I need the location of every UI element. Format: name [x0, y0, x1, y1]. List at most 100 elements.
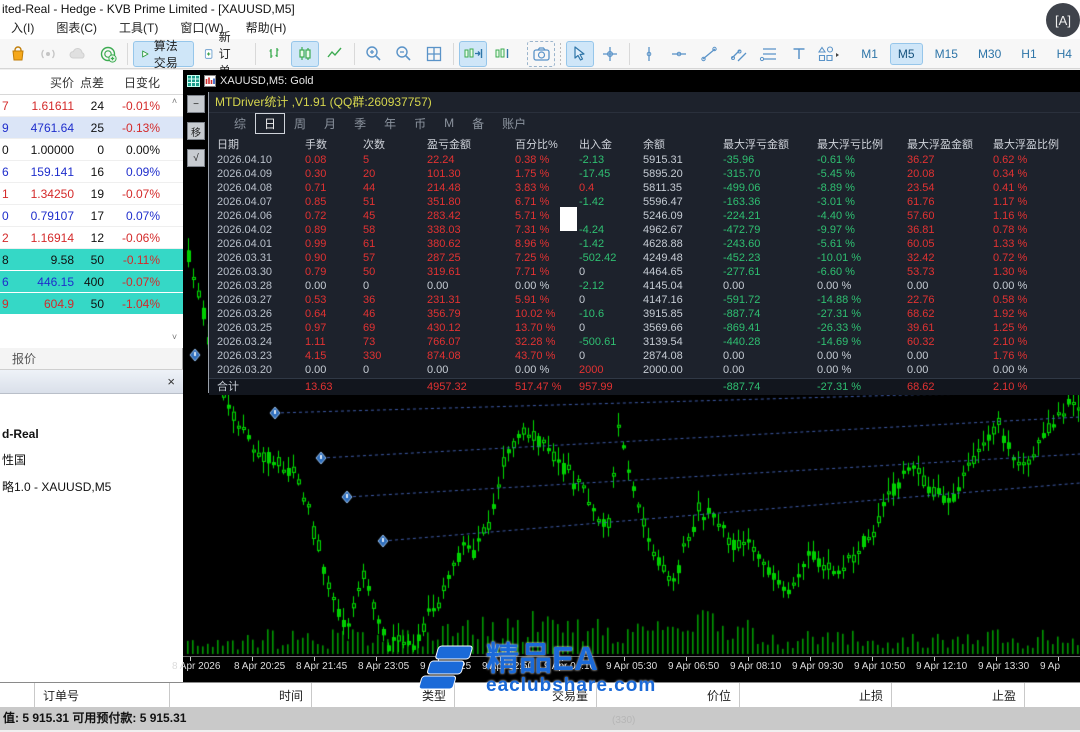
- stats-tab-4[interactable]: 月: [315, 113, 345, 134]
- timeframe-m5[interactable]: M5: [890, 43, 923, 65]
- toolbox-col-header[interactable]: 时间: [170, 683, 312, 707]
- time-axis[interactable]: 8 Apr 20268 Apr 20:258 Apr 21:458 Apr 23…: [183, 656, 1080, 675]
- toolbox-col-header[interactable]: 类型: [312, 683, 455, 707]
- toolbox-col-header[interactable]: 价位: [597, 683, 740, 707]
- timeframe-h1[interactable]: H1: [1013, 43, 1044, 65]
- stats-data-row[interactable]: 2026.03.300.7950319.617.71 %04464.65-277…: [209, 265, 1080, 279]
- stats-data-row[interactable]: 2026.04.080.7144214.483.83 %0.45811.35-4…: [209, 181, 1080, 195]
- stats-data-row[interactable]: 2026.04.070.8551351.806.71 %-1.425596.47…: [209, 195, 1080, 209]
- new-order-button[interactable]: 新订单: [196, 41, 251, 67]
- market-watch-row[interactable]: 6159.141160.09%: [0, 161, 183, 183]
- market-bag-icon[interactable]: [4, 41, 32, 67]
- market-watch-row[interactable]: 89.5850-0.11%: [0, 249, 183, 271]
- shapes-tool-icon[interactable]: [815, 41, 843, 67]
- auto-scroll-icon[interactable]: [459, 41, 487, 67]
- col-bid[interactable]: 买价: [18, 74, 74, 91]
- stats-cell: 5: [355, 153, 419, 167]
- stats-data-row[interactable]: 2026.03.260.6446356.7910.02 %-10.63915.8…: [209, 307, 1080, 321]
- menu-item[interactable]: 帮助(H): [235, 18, 298, 39]
- stats-data-row[interactable]: 2026.04.100.08522.240.38 %-2.135915.31-3…: [209, 153, 1080, 167]
- cloud-icon[interactable]: [64, 41, 92, 67]
- candlestick-type-icon[interactable]: [291, 41, 319, 67]
- signals-icon[interactable]: [34, 41, 62, 67]
- stats-check-button[interactable]: √: [187, 149, 205, 167]
- tab-quotes[interactable]: 报价: [0, 348, 183, 370]
- stats-tab-2[interactable]: 日: [255, 113, 285, 134]
- market-watch-row[interactable]: 21.1691412-0.06%: [0, 227, 183, 249]
- navigator-item[interactable]: 性国: [0, 446, 183, 473]
- community-icon[interactable]: [94, 41, 122, 67]
- col-daily-change[interactable]: 日变化: [104, 74, 160, 91]
- channel-tool-icon[interactable]: [725, 41, 753, 67]
- stats-data-row[interactable]: 2026.04.060.7245283.425.71 %5246.09-224.…: [209, 209, 1080, 223]
- scroll-down-icon[interactable]: ˅: [172, 332, 177, 342]
- stats-tab-3[interactable]: 周: [285, 113, 315, 134]
- stats-tab-10[interactable]: 账户: [493, 113, 535, 134]
- line-chart-type-icon[interactable]: [321, 41, 349, 67]
- chart-shift-icon[interactable]: [489, 41, 517, 67]
- main-toolbar: 算法交易 新订单: [0, 39, 1080, 69]
- algo-trading-button[interactable]: 算法交易: [133, 41, 194, 67]
- stats-table-icon[interactable]: [187, 75, 200, 87]
- stats-data-row[interactable]: 2026.03.234.15330874.0843.70 %02874.080.…: [209, 349, 1080, 363]
- timeframe-m1[interactable]: M1: [853, 43, 886, 65]
- market-watch-row[interactable]: 6446.15400-0.07%: [0, 271, 183, 293]
- screenshot-camera-icon[interactable]: [527, 41, 555, 67]
- navigator-item[interactable]: d-Real: [0, 422, 183, 446]
- stats-tab-1[interactable]: 综: [225, 113, 255, 134]
- col-spread[interactable]: 点差: [74, 74, 104, 91]
- stats-tab-9[interactable]: 备: [463, 113, 493, 134]
- tile-windows-icon[interactable]: [420, 41, 448, 67]
- menu-item[interactable]: 入(I): [0, 18, 45, 39]
- stats-tab-6[interactable]: 年: [375, 113, 405, 134]
- stats-data-row[interactable]: 2026.04.010.9961380.628.96 %-1.424628.88…: [209, 237, 1080, 251]
- timeframe-m15[interactable]: M15: [927, 43, 966, 65]
- stats-data-row[interactable]: 2026.03.200.0000.000.00 %20002000.000.00…: [209, 363, 1080, 377]
- toolbox-col-header[interactable]: 订单号: [35, 683, 170, 707]
- market-watch-row[interactable]: 94761.6425-0.13%: [0, 117, 183, 139]
- navigator-item[interactable]: 略1.0 - XAUUSD,M5: [0, 473, 183, 500]
- bar-chart-type-icon[interactable]: [261, 41, 289, 67]
- toolbox-col-header[interactable]: 止盈: [892, 683, 1025, 707]
- vertical-line-tool-icon[interactable]: [635, 41, 663, 67]
- crosshair-icon[interactable]: [596, 41, 624, 67]
- fibonacci-tool-icon[interactable]: [755, 41, 783, 67]
- market-watch-row[interactable]: 71.6161124-0.01%: [0, 95, 183, 117]
- stats-move-button[interactable]: 移: [187, 122, 205, 140]
- market-watch-row[interactable]: 9604.950-1.04%: [0, 293, 183, 315]
- timeframe-h4[interactable]: H4: [1049, 43, 1080, 65]
- stats-tab-8[interactable]: M: [435, 114, 463, 132]
- stats-data-row[interactable]: 2026.04.090.3020101.301.75 %-17.455895.2…: [209, 167, 1080, 181]
- cursor-icon[interactable]: [566, 41, 594, 67]
- stats-cell: 0.00 %: [809, 279, 899, 293]
- close-icon[interactable]: ×: [167, 375, 175, 388]
- stats-data-row[interactable]: 2026.04.020.8958338.037.31 %-4.244962.67…: [209, 223, 1080, 237]
- stats-data-row[interactable]: 2026.03.241.1173766.0732.28 %-500.613139…: [209, 335, 1080, 349]
- mtdriver-stats-panel: MTDriver统计 ,V1.91 (QQ群:260937757) 综日周月季年…: [208, 92, 1080, 393]
- scroll-up-icon[interactable]: ˄: [172, 96, 177, 106]
- market-watch-row[interactable]: 01.0000000.00%: [0, 139, 183, 161]
- menu-item[interactable]: 图表(C): [45, 18, 108, 39]
- market-watch-row[interactable]: 00.79107170.07%: [0, 205, 183, 227]
- stats-data-row[interactable]: 2026.03.250.9769430.1213.70 %03569.66-86…: [209, 321, 1080, 335]
- stats-tab-7[interactable]: 币: [405, 113, 435, 134]
- market-watch-scrollbar[interactable]: ˄ ˅: [168, 96, 181, 342]
- zoom-out-icon[interactable]: [390, 41, 418, 67]
- stats-data-row[interactable]: 2026.03.270.5336231.315.91 %04147.16-591…: [209, 293, 1080, 307]
- stats-data-row[interactable]: 2026.03.280.0000.000.00 %-2.124145.040.0…: [209, 279, 1080, 293]
- toolbox-icon-column[interactable]: [0, 683, 35, 707]
- zoom-in-icon[interactable]: [360, 41, 388, 67]
- stats-data-row[interactable]: 2026.03.310.9057287.257.25 %-502.424249.…: [209, 251, 1080, 265]
- stats-minimize-button[interactable]: −: [187, 95, 205, 113]
- timeframe-m30[interactable]: M30: [970, 43, 1009, 65]
- trendline-tool-icon[interactable]: [695, 41, 723, 67]
- screen-assist-overlay-button[interactable]: [A]: [1046, 3, 1080, 37]
- horizontal-line-tool-icon[interactable]: [665, 41, 693, 67]
- toolbox-col-header[interactable]: 止损: [740, 683, 892, 707]
- daily-change: 0.07%: [104, 209, 160, 223]
- market-watch-row[interactable]: 11.3425019-0.07%: [0, 183, 183, 205]
- toolbox-col-header[interactable]: 交易量: [455, 683, 597, 707]
- stats-total-row[interactable]: 合计13.634957.32517.47 %957.99-887.74-27.3…: [209, 378, 1080, 395]
- stats-tab-5[interactable]: 季: [345, 113, 375, 134]
- text-tool-icon[interactable]: [785, 41, 813, 67]
